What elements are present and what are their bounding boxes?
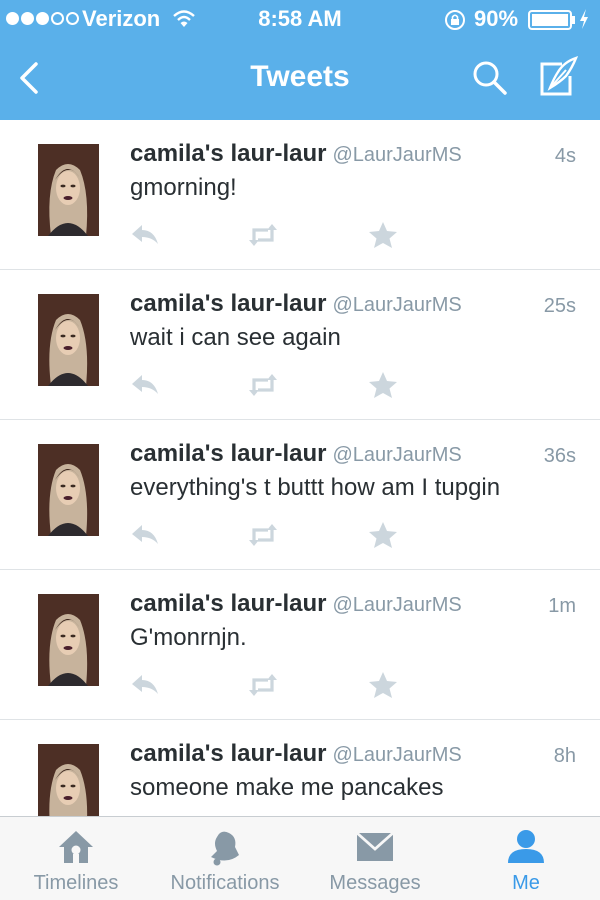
compose-button[interactable] xyxy=(536,56,580,100)
retweet-button[interactable] xyxy=(246,520,280,550)
avatar[interactable] xyxy=(38,744,99,816)
tweet-author-name[interactable]: camila's laur-laur xyxy=(130,140,326,167)
tweet-text: wait i can see again xyxy=(130,324,341,351)
tweet-timestamp: 4s xyxy=(554,145,576,167)
rotation-lock-icon xyxy=(445,10,465,30)
reply-icon xyxy=(132,675,158,694)
reply-icon xyxy=(132,525,158,544)
envelope-icon xyxy=(356,831,394,861)
tweet-author-handle[interactable]: @LaurJaurMS xyxy=(332,594,461,616)
tweet-author-name[interactable]: camila's laur-laur xyxy=(130,440,326,467)
compose-icon xyxy=(540,56,579,96)
retweet-button[interactable] xyxy=(246,220,280,250)
status-bar: Verizon 8:58 AM 90% xyxy=(0,0,600,40)
tab-notifications[interactable]: Notifications xyxy=(160,817,290,900)
favorite-button[interactable] xyxy=(366,520,400,550)
avatar[interactable] xyxy=(38,294,99,386)
battery-percent: 90% xyxy=(474,6,519,31)
page-title: Tweets xyxy=(250,60,350,93)
tweet-timestamp: 1m xyxy=(548,595,576,617)
person-icon xyxy=(508,830,544,863)
tweet-text: G'monrnjn. xyxy=(130,624,247,651)
tweet-author-name[interactable]: camila's laur-laur xyxy=(130,740,326,767)
tab-messages[interactable]: Messages xyxy=(318,817,432,900)
charging-icon xyxy=(580,9,588,29)
retweet-icon xyxy=(249,224,277,246)
tweet-timestamp: 25s xyxy=(543,295,576,317)
tweet-text: someone make me pancakes xyxy=(130,774,444,801)
reply-button[interactable] xyxy=(128,520,162,550)
tweet-author-handle[interactable]: @LaurJaurMS xyxy=(332,744,461,766)
tweet-author-name[interactable]: camila's laur-laur xyxy=(130,290,326,317)
avatar[interactable] xyxy=(38,144,99,236)
battery-icon xyxy=(528,10,575,30)
tweet-row[interactable]: camila's laur-laur @LaurJaurMS 4s gmornin… xyxy=(0,120,600,270)
reply-button[interactable] xyxy=(128,670,162,700)
reply-icon xyxy=(132,225,158,244)
search-button[interactable] xyxy=(470,58,510,98)
star-icon xyxy=(369,372,397,398)
tweet-text: everything's t buttt how am I tupgin xyxy=(130,474,501,501)
tweet-row[interactable]: camila's laur-laur @LaurJaurMS 1m G'monrn… xyxy=(0,570,600,720)
star-icon xyxy=(369,522,397,548)
favorite-button[interactable] xyxy=(366,220,400,250)
reply-button[interactable] xyxy=(128,370,162,400)
home-icon xyxy=(59,831,93,863)
tab-bar: Timelines Notifications Messages Me xyxy=(0,816,600,900)
retweet-icon xyxy=(249,674,277,696)
retweet-icon xyxy=(249,374,277,396)
reply-icon xyxy=(132,375,158,394)
tab-label: Me xyxy=(512,872,540,894)
retweet-icon xyxy=(249,524,277,546)
tweet-list[interactable]: camila's laur-laur @LaurJaurMS 4s gmornin… xyxy=(0,120,600,816)
favorite-button[interactable] xyxy=(366,370,400,400)
tweet-author-handle[interactable]: @LaurJaurMS xyxy=(332,144,461,166)
tweet-row[interactable]: camila's laur-laur @LaurJaurMS 25s wait i… xyxy=(0,270,600,420)
reply-button[interactable] xyxy=(128,220,162,250)
tweet-row[interactable]: camila's laur-laur @LaurJaurMS 36s everyt… xyxy=(0,420,600,570)
tweet-timestamp: 36s xyxy=(543,445,576,467)
tab-timelines[interactable]: Timelines xyxy=(20,817,132,900)
tweet-row[interactable]: camila's laur-laur @LaurJaurMS 8h someone… xyxy=(0,720,600,816)
tweet-author-name[interactable]: camila's laur-laur xyxy=(130,590,326,617)
bell-icon xyxy=(211,831,239,866)
nav-bar: Tweets xyxy=(0,40,600,120)
tweet-author-handle[interactable]: @LaurJaurMS xyxy=(332,294,461,316)
retweet-button[interactable] xyxy=(246,370,280,400)
tab-label: Notifications xyxy=(170,872,280,894)
tweet-timestamp: 8h xyxy=(553,745,576,767)
tweet-text: gmorning! xyxy=(130,174,237,201)
star-icon xyxy=(369,222,397,248)
tab-label: Messages xyxy=(329,872,421,894)
tab-me[interactable]: Me xyxy=(486,817,566,900)
search-icon xyxy=(473,61,507,95)
avatar[interactable] xyxy=(38,594,99,686)
favorite-button[interactable] xyxy=(366,670,400,700)
star-icon xyxy=(369,672,397,698)
retweet-button[interactable] xyxy=(246,670,280,700)
tab-label: Timelines xyxy=(33,872,119,894)
tweet-author-handle[interactable]: @LaurJaurMS xyxy=(332,444,461,466)
header: Verizon 8:58 AM 90% Tweets xyxy=(0,0,600,120)
avatar[interactable] xyxy=(38,444,99,536)
